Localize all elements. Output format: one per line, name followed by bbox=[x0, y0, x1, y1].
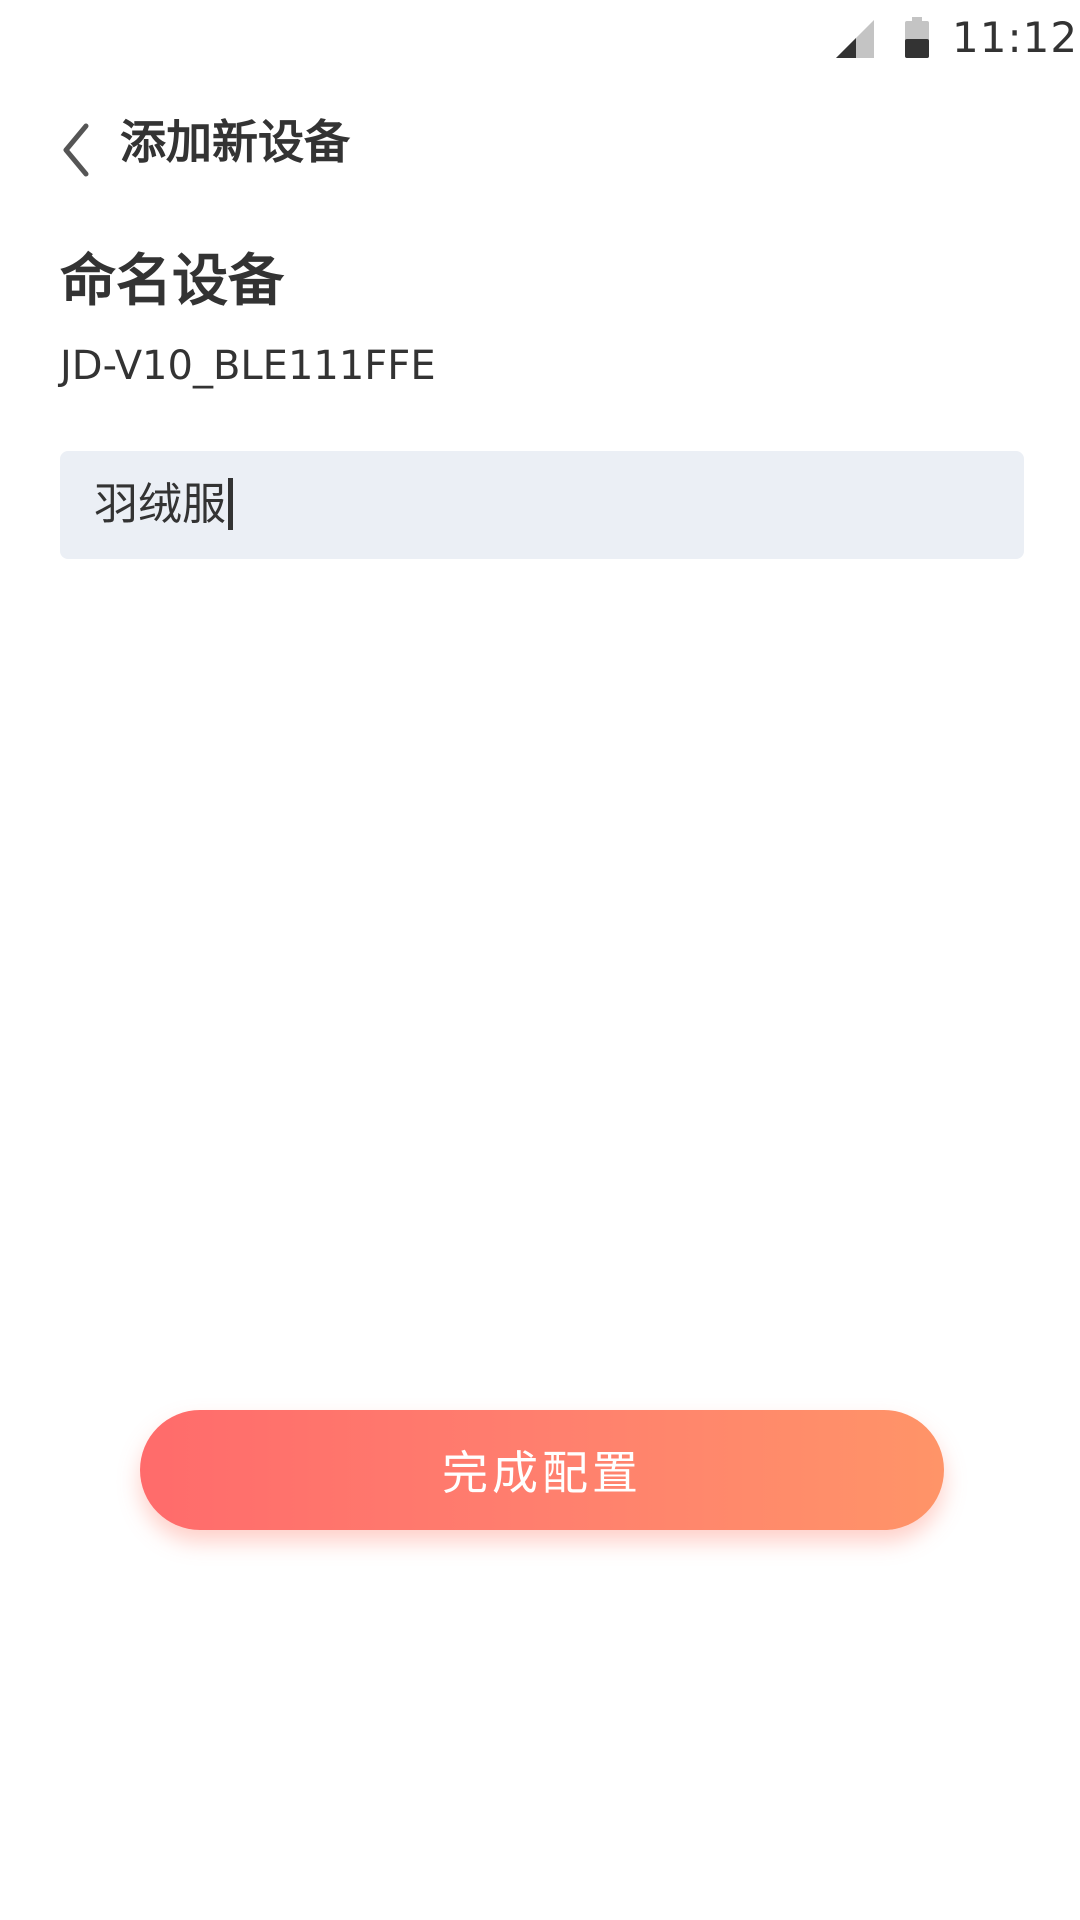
finish-configuration-label: 完成配置 bbox=[442, 1446, 642, 1500]
screen: 11:12 添加新设备 命名设备 JD-V10_BLE111FFE 羽绒服 完成… bbox=[0, 0, 1080, 1920]
cellular-signal-icon bbox=[836, 20, 874, 58]
chevron-left-icon bbox=[63, 123, 89, 177]
device-name-value: 羽绒服 bbox=[94, 479, 226, 530]
back-button[interactable] bbox=[44, 108, 104, 178]
app-header: 添加新设备 bbox=[0, 100, 1080, 190]
status-time: 11:12 bbox=[952, 13, 1079, 62]
finish-configuration-button[interactable]: 完成配置 bbox=[140, 1410, 944, 1530]
text-cursor bbox=[228, 478, 233, 530]
device-name-input-wrapper: 羽绒服 bbox=[94, 475, 233, 535]
section-title: 命名设备 bbox=[60, 249, 284, 314]
device-name-input[interactable]: 羽绒服 bbox=[60, 451, 1024, 559]
status-bar: 11:12 bbox=[0, 0, 1080, 76]
device-id: JD-V10_BLE111FFE bbox=[60, 343, 436, 389]
page-title: 添加新设备 bbox=[120, 115, 350, 169]
battery-icon bbox=[905, 17, 929, 58]
